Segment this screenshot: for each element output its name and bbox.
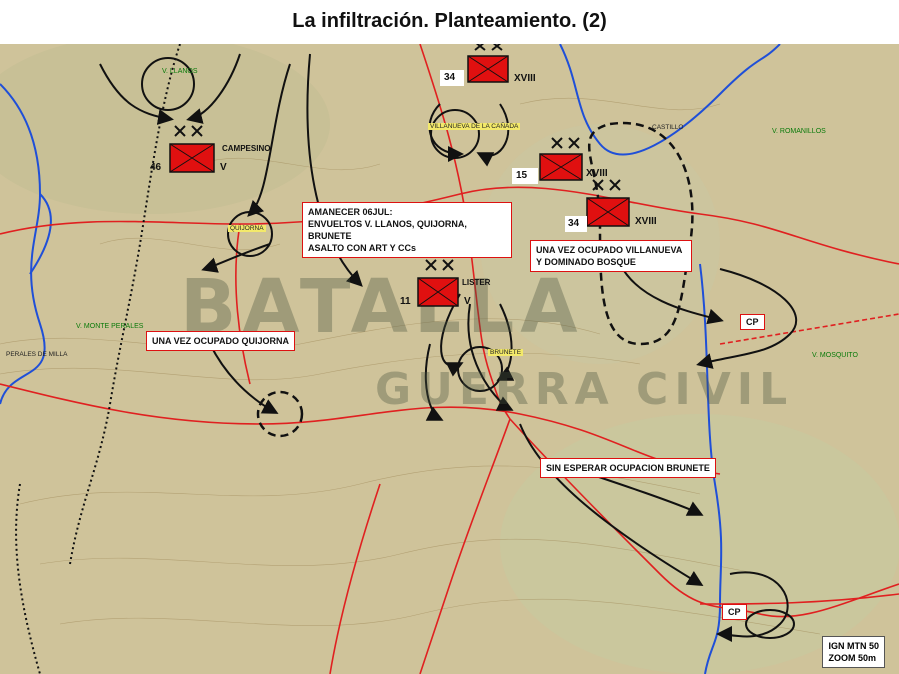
unit-name: LISTER — [462, 278, 491, 287]
unit-name: CAMPESINO — [222, 144, 271, 153]
page-title: La infiltración. Planteamiento. (2) — [292, 10, 607, 32]
scale-line2: ZOOM 50m — [828, 653, 876, 663]
town-v-llanos: V. LLANOS — [162, 68, 198, 75]
label-villanueva: UNA VEZ OCUPADO VILLANUEVA Y DOMINADO BO… — [530, 240, 692, 272]
unit-number: 11 — [400, 296, 411, 307]
scale-box: IGN MTN 50 ZOOM 50m — [822, 636, 885, 668]
town-v-romanillos: V. ROMANILLOS — [772, 128, 826, 135]
unit-34-right[interactable]: 34 XVIII — [565, 178, 675, 234]
town-castillo: CASTILLO — [652, 124, 684, 131]
scale-line1: IGN MTN 50 — [828, 641, 879, 651]
cp-marker-1[interactable]: CP — [740, 314, 765, 330]
unit-number: 34 — [568, 218, 580, 229]
label-quijorna: UNA VEZ OCUPADO QUIJORNA — [146, 331, 296, 351]
unit-echelon: V — [220, 162, 227, 173]
label-brunete: SIN ESPERAR OCUPACION BRUNETE — [540, 458, 716, 478]
unit-echelon: V — [464, 296, 471, 307]
map-layer — [0, 44, 899, 674]
map-canvas[interactable]: BATALLA GUERRA CIVIL V. LLANOS QUIJORNA … — [0, 44, 899, 674]
unit-34-top[interactable]: 34 XVIII — [440, 44, 570, 90]
unit-number: 46 — [150, 162, 162, 173]
town-perales: PERALES DE MILLA — [6, 351, 68, 358]
town-quijorna: QUIJORNA — [228, 225, 266, 232]
unit-echelon: XVIII — [514, 73, 536, 84]
unit-number: 15 — [516, 170, 528, 181]
watermark-line2: GUERRA CIVIL — [375, 364, 794, 415]
cp-marker-2[interactable]: CP — [722, 604, 747, 620]
town-brunete: BRUNETE — [488, 349, 524, 356]
unit-46[interactable]: 46 V CAMPESINO — [140, 124, 280, 184]
unit-echelon: XVIII — [635, 216, 657, 227]
label-amanecer: AMANECER 06JUL: ENVUELTOS V. LLANOS, QUI… — [302, 202, 512, 258]
town-v-mosquito: V. MOSQUITO — [812, 352, 858, 359]
unit-number: 34 — [444, 72, 456, 83]
unit-11-lister[interactable]: 11 V LISTER — [398, 258, 508, 314]
town-villanueva: VILLANUEVA DE LA CAÑADA — [428, 123, 521, 130]
town-v-monte-perales: V. MONTE PERALES — [76, 323, 144, 330]
